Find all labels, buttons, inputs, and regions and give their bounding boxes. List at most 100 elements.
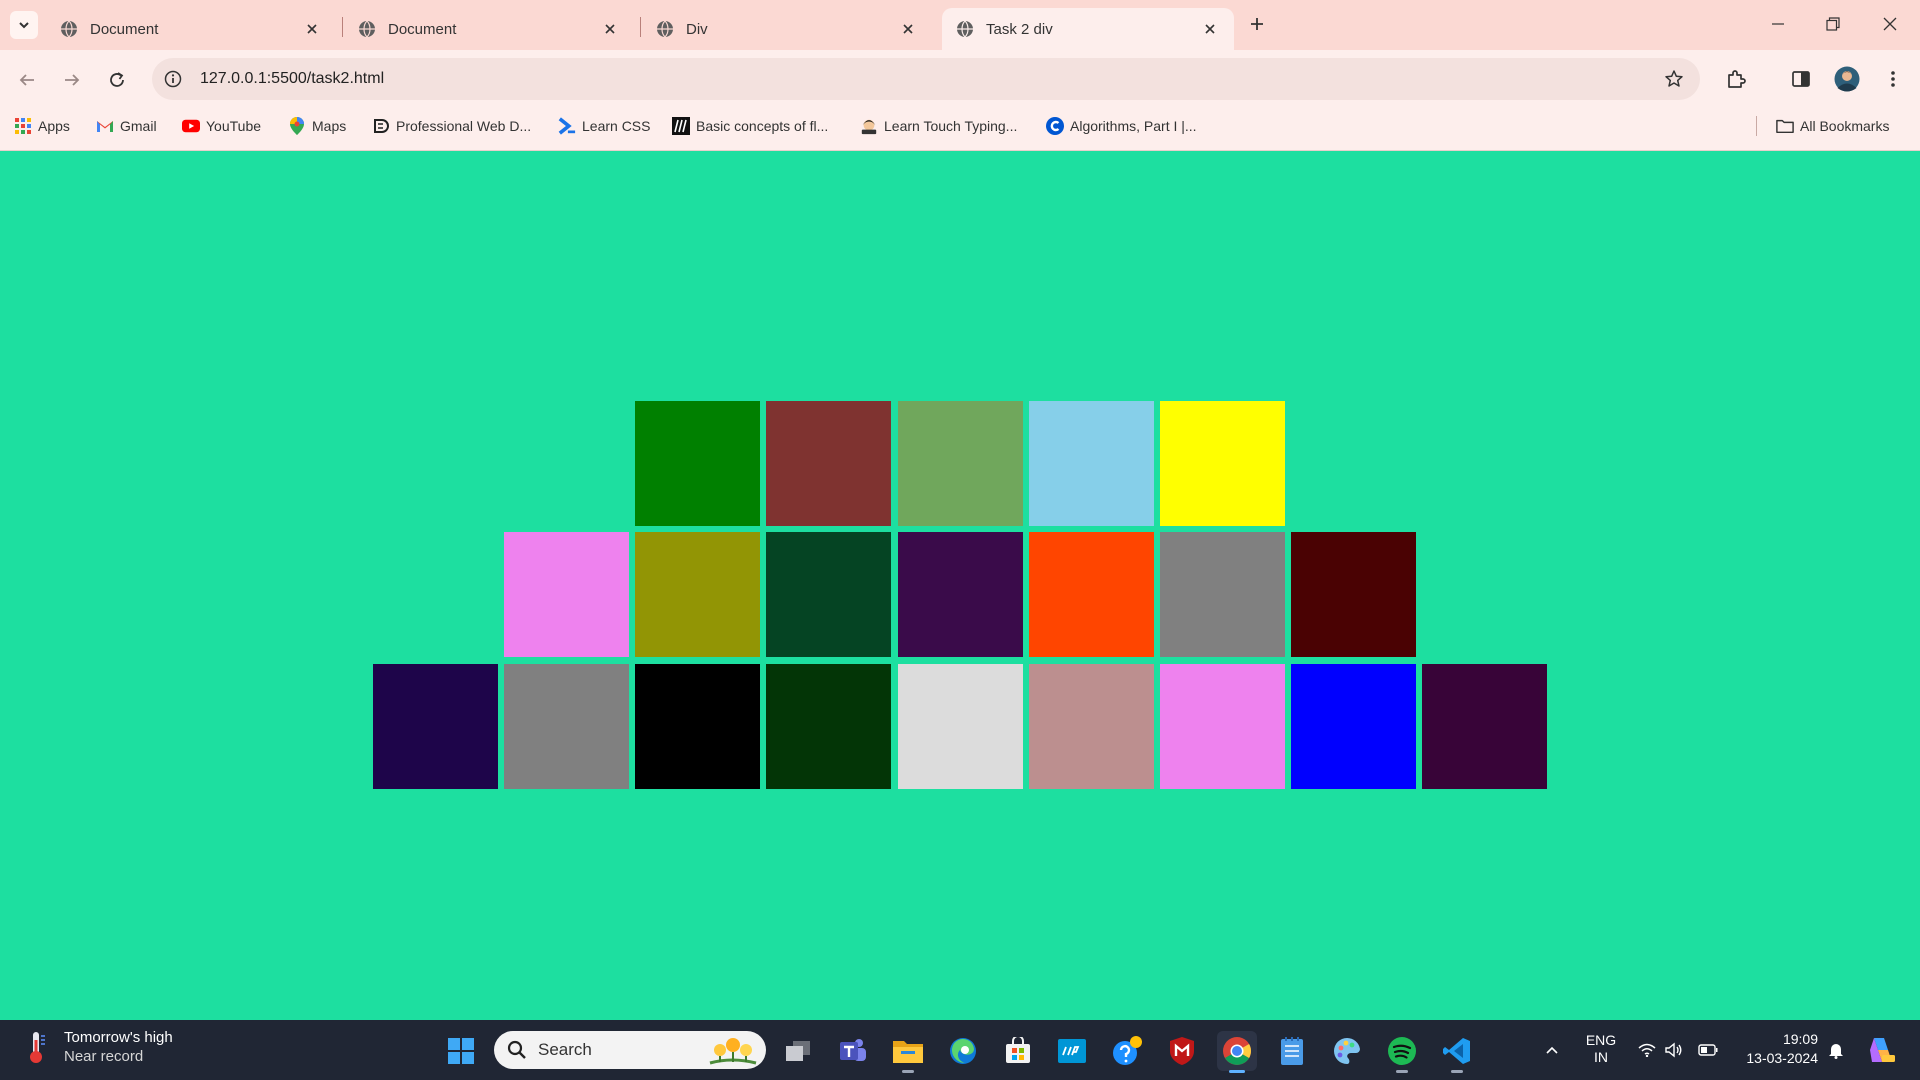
region-code: IN <box>1594 1049 1608 1065</box>
running-indicator <box>1229 1070 1245 1073</box>
edge-button[interactable] <box>943 1031 983 1071</box>
bookmark-label: All Bookmarks <box>1800 118 1890 134</box>
bookmark-maps[interactable]: Maps <box>288 114 346 138</box>
vscode-icon <box>1443 1038 1470 1064</box>
close-icon[interactable] <box>302 19 322 39</box>
css-icon <box>558 117 576 135</box>
bookmark-label: Gmail <box>120 118 157 134</box>
chevron-up-icon <box>1546 1046 1558 1054</box>
search-placeholder: Search <box>538 1040 592 1059</box>
windows-start-button[interactable] <box>441 1031 481 1071</box>
reload-button[interactable] <box>101 64 133 96</box>
color-box <box>1422 664 1547 789</box>
paint-button[interactable] <box>1327 1031 1367 1071</box>
plus-icon <box>1251 18 1263 30</box>
back-button[interactable] <box>11 64 43 96</box>
store-button[interactable] <box>998 1031 1038 1071</box>
teams-button[interactable] <box>833 1031 873 1071</box>
bookmark-label: Algorithms, Part I |... <box>1070 118 1197 134</box>
minimize-button[interactable] <box>1756 8 1800 40</box>
notifications-bell-icon[interactable] <box>1824 1020 1848 1080</box>
minimize-icon <box>1772 23 1784 25</box>
language-indicator[interactable]: ENG IN <box>1584 1032 1618 1066</box>
bookmark-touch-typing[interactable]: Learn Touch Typing... <box>860 114 1017 138</box>
color-box <box>1291 664 1416 789</box>
thermometer-icon <box>22 1029 50 1065</box>
language-code: ENG <box>1585 1032 1617 1048</box>
close-icon[interactable] <box>898 19 918 39</box>
spotify-button[interactable] <box>1382 1031 1422 1073</box>
notepad-button[interactable] <box>1272 1031 1312 1071</box>
tab-document-2[interactable]: Document <box>344 8 634 50</box>
chrome-button[interactable] <box>1217 1031 1257 1073</box>
show-hidden-icons-button[interactable] <box>1540 1020 1564 1080</box>
search-icon <box>506 1039 528 1061</box>
youtube-icon <box>182 117 200 135</box>
arrow-right-icon <box>65 74 80 86</box>
mcafee-button[interactable] <box>1162 1031 1202 1071</box>
bookmark-label: Professional Web D... <box>396 118 532 134</box>
bookmark-youtube[interactable]: YouTube <box>182 114 261 138</box>
volume-icon[interactable] <box>1663 1020 1685 1080</box>
maps-pin-icon <box>288 117 306 135</box>
weather-widget[interactable]: Tomorrow's high Near record <box>22 1028 173 1066</box>
address-bar[interactable]: 127.0.0.1:5500/task2.html <box>152 58 1700 100</box>
color-box <box>898 664 1023 789</box>
color-box <box>898 401 1023 526</box>
close-icon[interactable] <box>1200 19 1220 39</box>
bookmark-label: Apps <box>38 118 70 134</box>
bookmark-basic-concepts[interactable]: Basic concepts of fl... <box>672 114 828 138</box>
wifi-icon[interactable] <box>1636 1020 1658 1080</box>
close-icon[interactable] <box>600 19 620 39</box>
help-button[interactable] <box>1107 1031 1147 1071</box>
file-explorer-icon <box>893 1041 923 1063</box>
bookmark-professional-web[interactable]: Professional Web D... <box>372 114 531 138</box>
tab-search-button[interactable] <box>10 11 38 39</box>
extensions-icon[interactable] <box>1721 64 1751 94</box>
task-view-button[interactable] <box>778 1031 818 1071</box>
tab-document-1[interactable]: Document <box>46 8 336 50</box>
bookmark-algorithms[interactable]: Algorithms, Part I |... <box>1046 114 1197 138</box>
file-explorer-button[interactable] <box>888 1031 928 1073</box>
color-box <box>766 401 891 526</box>
side-panel-icon[interactable] <box>1786 64 1816 94</box>
color-box <box>635 532 760 657</box>
battery-icon[interactable] <box>1696 1020 1720 1080</box>
color-box <box>766 532 891 657</box>
page-viewport <box>0 151 1920 1020</box>
tab-div[interactable]: Div <box>642 8 932 50</box>
url-text[interactable]: 127.0.0.1:5500/task2.html <box>200 70 384 88</box>
new-tab-button[interactable] <box>1244 11 1270 37</box>
restore-button[interactable] <box>1811 8 1855 40</box>
chrome-icon <box>1223 1037 1251 1065</box>
taskbar-search[interactable]: Search <box>494 1031 766 1069</box>
myhp-button[interactable] <box>1052 1031 1092 1071</box>
kebab-menu-icon[interactable] <box>1878 64 1908 94</box>
color-box <box>504 532 629 657</box>
weather-title: Tomorrow's high <box>64 1029 173 1046</box>
all-bookmarks-button[interactable]: All Bookmarks <box>1776 114 1889 138</box>
site-info-icon[interactable] <box>156 62 190 96</box>
restore-icon <box>1826 17 1840 31</box>
paint-icon <box>1334 1037 1360 1064</box>
edge-icon <box>950 1038 976 1064</box>
bookmark-apps[interactable]: Apps <box>14 114 70 138</box>
color-box <box>1160 532 1285 657</box>
tab-task-2-div[interactable]: Task 2 div <box>942 8 1234 50</box>
bookmark-gmail[interactable]: Gmail <box>96 114 157 138</box>
bookmark-star-icon[interactable] <box>1662 67 1686 91</box>
clock-date: 13-03-2024 <box>1746 1050 1818 1066</box>
copilot-icon[interactable] <box>1864 1020 1898 1080</box>
system-clock[interactable]: 19:09 13-03-2024 <box>1736 1030 1818 1068</box>
running-indicator <box>902 1070 914 1073</box>
weather-subtitle: Near record <box>64 1048 144 1065</box>
close-window-button[interactable] <box>1868 8 1912 40</box>
store-icon <box>1006 1037 1030 1063</box>
bookmarks-separator <box>1756 116 1757 136</box>
forward-button[interactable] <box>56 64 88 96</box>
vscode-button[interactable] <box>1437 1031 1477 1073</box>
profile-avatar[interactable] <box>1832 64 1862 94</box>
chevron-down-icon <box>19 22 29 29</box>
color-box <box>1160 401 1285 526</box>
bookmark-learn-css[interactable]: Learn CSS <box>558 114 650 138</box>
